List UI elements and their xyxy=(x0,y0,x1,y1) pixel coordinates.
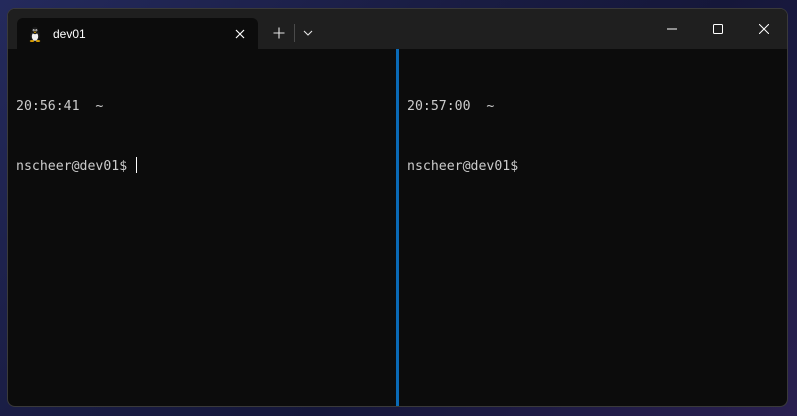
maximize-button[interactable] xyxy=(695,9,741,49)
text-cursor xyxy=(136,157,138,173)
title-bar[interactable]: dev01 xyxy=(8,9,787,49)
terminal-output: 20:56:41 ~ nscheer@dev01$ xyxy=(16,57,138,217)
close-window-button[interactable] xyxy=(741,9,787,49)
tab-close-icon[interactable] xyxy=(230,24,250,44)
tab-title: dev01 xyxy=(53,27,86,41)
tab-dev01[interactable]: dev01 xyxy=(17,18,258,49)
new-tab-button[interactable] xyxy=(266,21,292,45)
minimize-icon xyxy=(667,28,677,30)
terminal-window: dev01 20:56:41 ~ nscheer@dev01$ 20:57:00… xyxy=(7,8,788,407)
prompt-time-line: 20:57:00 ~ xyxy=(407,99,495,114)
plus-icon xyxy=(273,27,285,39)
chevron-down-icon xyxy=(303,30,313,36)
linux-tux-icon xyxy=(27,26,43,42)
terminal-pane-left[interactable]: 20:56:41 ~ nscheer@dev01$ xyxy=(8,49,396,406)
prompt-line: nscheer@dev01$ xyxy=(16,157,138,177)
maximize-icon xyxy=(713,24,723,34)
terminal-pane-right[interactable]: 20:57:00 ~ nscheer@dev01$ xyxy=(399,49,787,406)
tab-dropdown-button[interactable] xyxy=(296,21,320,45)
terminal-output: 20:57:00 ~ nscheer@dev01$ xyxy=(407,57,518,217)
prompt-text: nscheer@dev01$ xyxy=(16,159,128,174)
tab-divider xyxy=(294,24,295,42)
minimize-button[interactable] xyxy=(649,9,695,49)
prompt-line: nscheer@dev01$ xyxy=(407,157,518,177)
close-icon xyxy=(759,24,769,34)
prompt-text: nscheer@dev01$ xyxy=(407,159,519,174)
prompt-time-line: 20:56:41 ~ xyxy=(16,99,104,114)
